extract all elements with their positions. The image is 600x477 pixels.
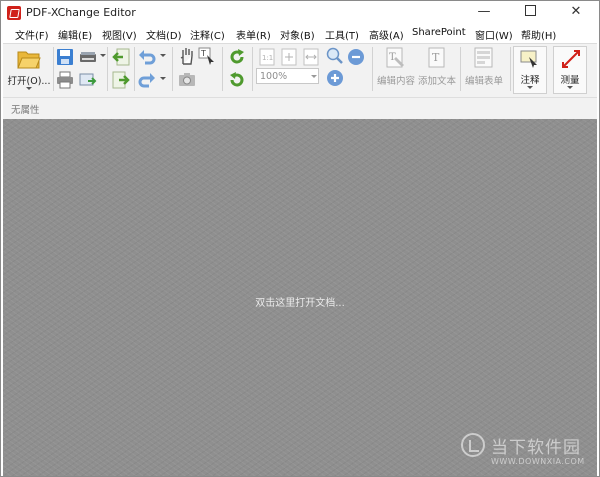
menu-bar: 文件(F) 编辑(E) 视图(V) 文档(D) 注释(C) 表单(R) 对象(B… — [1, 25, 599, 43]
watermark-logo-icon — [461, 433, 485, 457]
watermark-text: 当下软件园 — [491, 438, 581, 458]
toolbar-separator — [172, 47, 173, 91]
toolbar-separator — [252, 47, 253, 91]
actual-size-icon[interactable]: 1:1 — [258, 48, 276, 66]
edit-content-button[interactable]: T 编辑内容 — [375, 46, 417, 94]
save-icon[interactable] — [56, 48, 74, 66]
back-arrow-icon[interactable] — [112, 48, 130, 66]
window-title: PDF-XChange Editor — [26, 6, 136, 19]
svg-text:T: T — [432, 51, 440, 64]
svg-text:T: T — [389, 52, 396, 63]
add-text-icon: T — [428, 47, 445, 68]
svg-text:T: T — [200, 49, 206, 58]
add-text-label: 添加文本 — [417, 76, 456, 87]
watermark-url: WWW.DOWNXIA.COM — [491, 457, 585, 466]
menu-comment[interactable]: 注释(C) — [190, 27, 225, 42]
close-button[interactable]: ✕ — [553, 1, 599, 25]
maximize-icon — [524, 5, 536, 16]
chevron-down-icon — [567, 86, 573, 89]
menu-advanced[interactable]: 高级(A) — [369, 27, 404, 42]
fit-page-icon[interactable] — [280, 48, 298, 66]
edit-form-label: 编辑表单 — [464, 76, 503, 87]
maximize-button[interactable] — [507, 1, 553, 25]
email-icon[interactable] — [79, 71, 97, 89]
print-icon[interactable] — [56, 71, 74, 89]
measure-label: 测量 — [560, 75, 580, 86]
chevron-down-icon — [26, 87, 32, 90]
open-label: 打开(O)... — [7, 76, 51, 87]
zoom-level-select[interactable]: 100% — [256, 68, 319, 84]
app-logo-icon — [7, 6, 21, 20]
edit-form-icon — [474, 47, 493, 68]
edit-content-label: 编辑内容 — [376, 76, 415, 87]
snapshot-icon[interactable] — [178, 70, 196, 88]
menu-document[interactable]: 文档(D) — [146, 27, 182, 42]
zoom-in-plus-icon[interactable] — [326, 69, 344, 87]
menu-form[interactable]: 表单(R) — [236, 27, 271, 42]
toolbar-separator — [134, 47, 135, 91]
title-bar: PDF-XChange Editor — ✕ — [1, 1, 599, 25]
open-document-hint: 双击这里打开文档... — [255, 298, 345, 309]
minimize-button[interactable]: — — [461, 1, 507, 25]
properties-bar: 无属性 — [3, 97, 597, 118]
watermark: 当下软件园 WWW.DOWNXIA.COM — [461, 427, 591, 467]
forward-arrow-icon[interactable] — [112, 71, 130, 89]
document-workspace[interactable]: 双击这里打开文档... 当下软件园 WWW.DOWNXIA.COM — [3, 119, 597, 476]
zoom-in-icon[interactable] — [326, 47, 344, 65]
menu-window[interactable]: 窗口(W) — [475, 27, 513, 42]
properties-label: 无属性 — [11, 105, 40, 116]
measure-icon — [562, 50, 580, 68]
chevron-down-icon[interactable] — [160, 54, 166, 57]
svg-text:1:1: 1:1 — [262, 54, 273, 62]
chevron-down-icon — [311, 75, 317, 78]
open-button[interactable]: 打开(O)... — [7, 46, 51, 94]
toolbar-separator — [510, 47, 511, 91]
menu-file[interactable]: 文件(F) — [15, 27, 49, 42]
zoom-out-icon[interactable] — [347, 48, 365, 66]
app-window: PDF-XChange Editor — ✕ 文件(F) 编辑(E) 视图(V)… — [0, 0, 600, 477]
comment-icon — [520, 50, 537, 68]
fit-width-icon[interactable] — [302, 48, 320, 66]
rotate-counterclockwise-icon[interactable] — [228, 71, 246, 89]
toolbar-separator — [107, 47, 108, 91]
edit-form-button[interactable]: 编辑表单 — [463, 46, 505, 94]
measure-button[interactable]: 测量 — [553, 46, 587, 94]
hand-tool-icon[interactable] — [178, 47, 196, 65]
toolbar-separator — [372, 47, 373, 91]
chevron-down-icon[interactable] — [100, 54, 106, 57]
menu-tools[interactable]: 工具(T) — [325, 27, 359, 42]
folder-open-icon — [17, 51, 41, 69]
edit-content-icon: T — [386, 47, 404, 68]
toolbar-separator — [460, 47, 461, 91]
chevron-down-icon — [527, 86, 533, 89]
redo-icon[interactable] — [138, 71, 156, 89]
menu-view[interactable]: 视图(V) — [102, 27, 137, 42]
menu-edit[interactable]: 编辑(E) — [58, 27, 92, 42]
menu-sharepoint[interactable]: SharePoint — [412, 27, 466, 38]
comment-button[interactable]: 注释 — [513, 46, 547, 94]
undo-icon[interactable] — [138, 48, 156, 66]
zoom-level-value: 100% — [260, 71, 288, 82]
comment-label: 注释 — [520, 75, 540, 86]
add-text-button[interactable]: T 添加文本 — [417, 46, 457, 94]
menu-object[interactable]: 对象(B) — [280, 27, 315, 42]
chevron-down-icon[interactable] — [160, 77, 166, 80]
rotate-clockwise-icon[interactable] — [228, 48, 246, 66]
scanner-icon[interactable] — [79, 48, 97, 66]
toolbar-separator — [222, 47, 223, 91]
menu-help[interactable]: 帮助(H) — [521, 27, 556, 42]
toolbar-separator — [53, 47, 54, 91]
select-text-icon[interactable]: T — [198, 47, 216, 65]
